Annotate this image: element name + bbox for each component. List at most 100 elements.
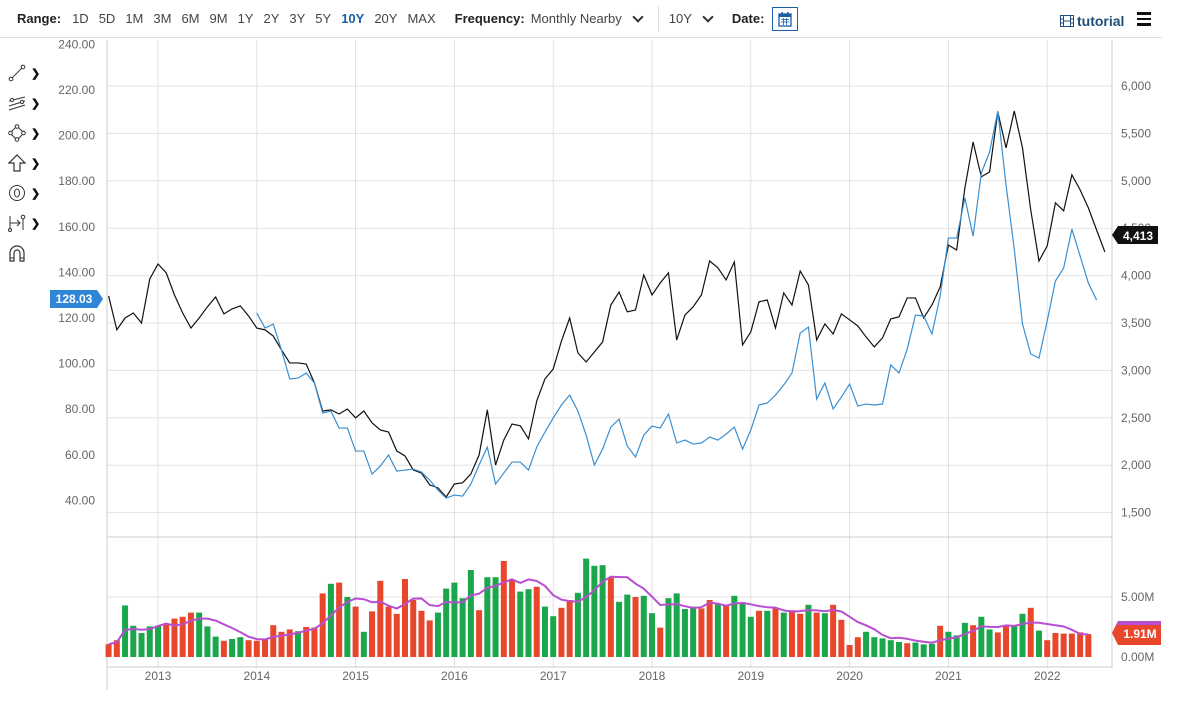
x-axis-tick-label: 2013 xyxy=(145,669,172,683)
volume-bar xyxy=(920,644,927,657)
right-axis-tick-label: 3,000 xyxy=(1121,363,1151,377)
volume-bar xyxy=(533,586,540,657)
volume-bar xyxy=(253,640,260,657)
volume-bar xyxy=(541,606,548,657)
right-axis-tick-label: 6,000 xyxy=(1121,79,1151,93)
tag-ma-stripe xyxy=(1116,621,1161,625)
last-volume-tag: 1.91M xyxy=(1112,621,1161,645)
volume-bar xyxy=(1077,632,1084,657)
right-axis-tick-label: 2,500 xyxy=(1121,411,1151,425)
compare-last-label: 4,413 xyxy=(1123,229,1153,243)
volume-bar xyxy=(402,579,408,657)
volume-bar xyxy=(1027,607,1034,657)
volume-bar xyxy=(558,607,565,657)
volume-bar xyxy=(747,616,754,657)
volume-bar xyxy=(492,577,499,657)
volume-bar xyxy=(467,570,474,657)
volume-bar xyxy=(813,612,820,657)
volume-bar xyxy=(863,631,870,657)
volume-bar xyxy=(204,626,211,657)
volume-last-label: 1.91M xyxy=(1123,627,1156,641)
volume-bar xyxy=(393,613,400,657)
volume-bar xyxy=(764,610,771,657)
volume-bar xyxy=(591,565,598,657)
volume-bar xyxy=(1044,640,1051,657)
volume-bar xyxy=(788,610,795,657)
volume-bar xyxy=(1003,625,1010,657)
volume-axis-tick-label: 0.00M xyxy=(1121,650,1154,664)
volume-bar xyxy=(821,613,828,657)
volume-axis-tick-label: 5.00M xyxy=(1121,590,1154,604)
volume-bar xyxy=(434,612,441,657)
volume-bar xyxy=(583,558,590,657)
volume-bar xyxy=(599,565,606,657)
volume-bar xyxy=(805,604,812,657)
volume-bar xyxy=(1052,633,1059,657)
volume-bar xyxy=(739,603,746,657)
volume-bar xyxy=(838,619,845,657)
x-axis-tick-label: 2015 xyxy=(342,669,369,683)
volume-bar xyxy=(797,613,804,657)
left-axis-tick-label: 80.00 xyxy=(65,402,95,416)
last-price-tag-right: 4,413 xyxy=(1112,226,1158,244)
volume-bar xyxy=(887,640,894,657)
volume-bar xyxy=(698,608,705,657)
left-axis-tick-label: 140.00 xyxy=(58,265,95,279)
volume-bar xyxy=(640,595,647,657)
volume-bar xyxy=(961,622,968,657)
price-chart[interactable]: 240.00 220.00 200.00 180.00 160.00 140.00 120.… xyxy=(0,0,1185,713)
volume-bar xyxy=(756,610,763,657)
volume-bar xyxy=(772,608,779,657)
volume-bar xyxy=(146,626,153,657)
x-axis-tick-label: 2018 xyxy=(639,669,666,683)
left-axis-tick-label: 100.00 xyxy=(58,357,95,371)
volume-bar xyxy=(245,640,252,657)
volume-bar xyxy=(270,625,277,657)
volume-bar xyxy=(509,580,516,657)
x-axis-tick-label: 2019 xyxy=(737,669,764,683)
right-axis-tick-label: 5,000 xyxy=(1121,174,1151,188)
volume-bar xyxy=(665,598,672,657)
volume-bar xyxy=(525,589,532,657)
volume-bar xyxy=(163,624,170,657)
volume-bar xyxy=(616,601,623,657)
left-axis-tick-label: 200.00 xyxy=(58,129,95,143)
x-axis-tick-label: 2016 xyxy=(441,669,468,683)
volume-bar xyxy=(624,594,631,657)
volume-bar xyxy=(690,606,697,657)
volume-bar xyxy=(418,610,425,657)
right-axis-tick-label: 2,000 xyxy=(1121,458,1151,472)
volume-bar xyxy=(1019,613,1026,657)
left-axis-tick-label: 220.00 xyxy=(58,83,95,97)
volume-bar xyxy=(327,583,334,657)
right-axis-tick-label: 4,000 xyxy=(1121,269,1151,283)
last-price-label: 128.03 xyxy=(56,292,93,306)
volume-bar xyxy=(105,644,112,657)
volume-bar xyxy=(369,611,376,657)
volume-bar xyxy=(294,631,301,657)
volume-bar xyxy=(896,642,902,657)
x-axis-tick-label: 2017 xyxy=(540,669,567,683)
volume-bar xyxy=(443,588,450,657)
x-axis-tick-label: 2021 xyxy=(935,669,962,683)
volume-bar xyxy=(846,645,853,657)
volume-bar xyxy=(871,637,878,657)
right-axis-tick-label: 3,500 xyxy=(1121,316,1151,330)
volume-bar xyxy=(155,625,161,657)
volume-bar xyxy=(360,631,367,657)
volume-bar xyxy=(130,625,137,657)
x-axis-tick-label: 2020 xyxy=(836,669,863,683)
volume-bar xyxy=(904,643,911,657)
volume-bar xyxy=(1060,633,1067,657)
volume-bar xyxy=(262,639,269,657)
volume-bar xyxy=(212,636,219,657)
volume-bar xyxy=(830,604,837,657)
x-axis-tick-label: 2022 xyxy=(1034,669,1061,683)
x-axis-tick-label: 2014 xyxy=(243,669,270,683)
volume-bar xyxy=(928,643,935,657)
volume-bar xyxy=(706,600,713,657)
volume-bar xyxy=(311,627,318,657)
volume-bar xyxy=(220,640,227,657)
volume-bar xyxy=(138,633,145,657)
volume-bar xyxy=(1035,630,1042,657)
